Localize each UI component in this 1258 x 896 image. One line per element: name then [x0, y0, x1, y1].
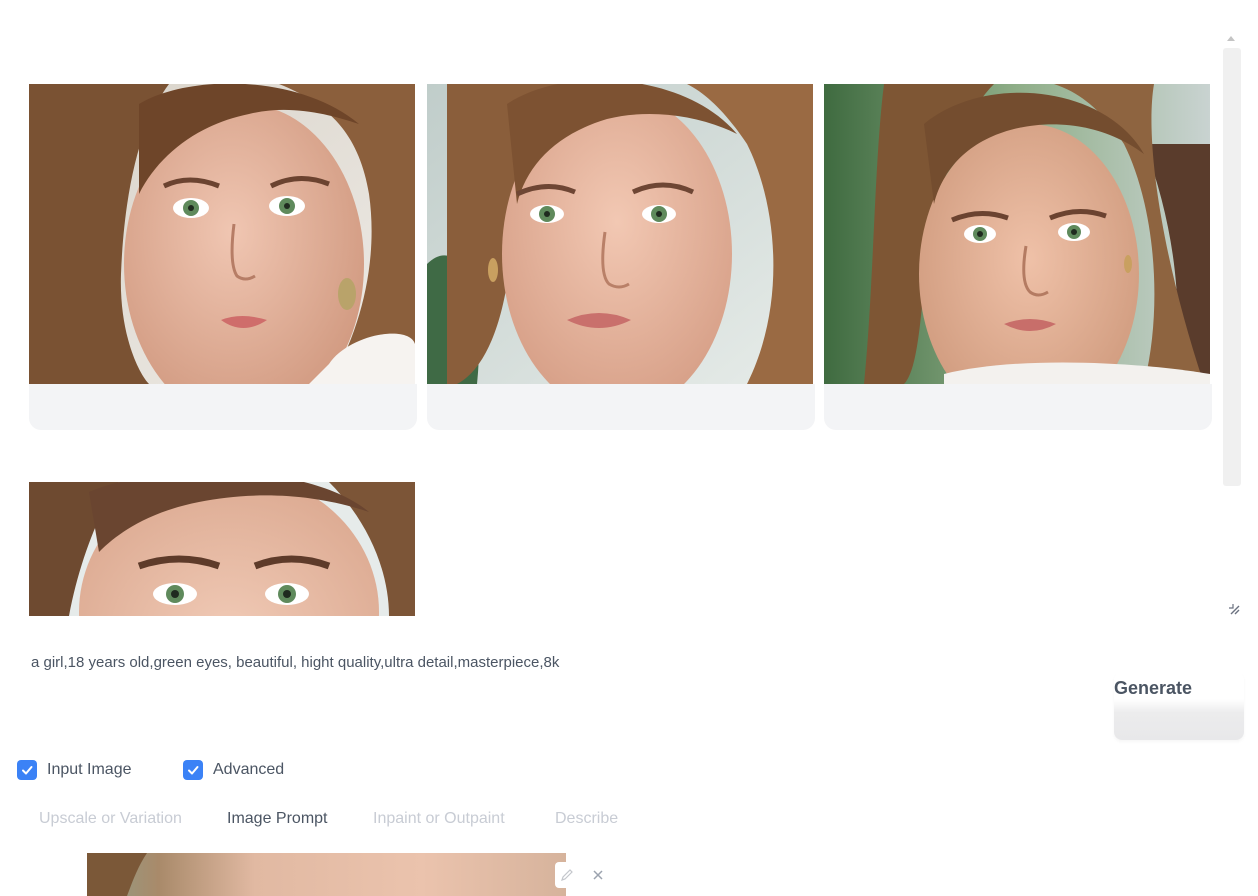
image-caption-bar	[824, 384, 1212, 430]
image-caption-bar	[427, 384, 815, 430]
gallery-card	[427, 84, 815, 430]
tab-image-prompt[interactable]: Image Prompt	[227, 810, 327, 828]
resize-handle-icon[interactable]	[1228, 602, 1240, 615]
generate-button[interactable]: Generate	[1114, 672, 1244, 740]
advanced-checkbox[interactable]	[183, 760, 203, 780]
check-icon	[188, 766, 199, 775]
image-caption-bar	[29, 384, 417, 430]
check-icon	[22, 766, 33, 775]
tab-describe[interactable]: Describe	[555, 810, 618, 828]
input-image-label: Input Image	[47, 761, 132, 778]
advanced-option[interactable]: Advanced	[183, 759, 284, 781]
gallery-card	[29, 84, 417, 430]
advanced-label: Advanced	[213, 761, 285, 778]
generated-image-4[interactable]	[29, 482, 415, 616]
generated-image-1[interactable]	[29, 84, 415, 384]
tab-upscale-or-variation[interactable]: Upscale or Variation	[39, 810, 182, 828]
gallery-scrollbar[interactable]	[1222, 36, 1242, 620]
edit-image-button[interactable]	[555, 862, 579, 888]
close-icon	[593, 870, 603, 880]
generated-image-3[interactable]	[824, 84, 1210, 384]
input-image-checkbox[interactable]	[17, 760, 37, 780]
pencil-icon	[561, 869, 573, 881]
generate-button-label: Generate	[1114, 678, 1193, 698]
scrollbar-thumb[interactable]	[1223, 48, 1241, 486]
gallery-card	[29, 482, 417, 616]
prompt-text: a girl,18 years old,green eyes, beautifu…	[31, 654, 560, 671]
prompt-textarea[interactable]: a girl,18 years old,green eyes, beautifu…	[20, 640, 1090, 730]
input-image-option[interactable]: Input Image	[17, 759, 132, 781]
tab-inpaint-or-outpaint[interactable]: Inpaint or Outpaint	[373, 810, 505, 828]
scroll-up-arrow-icon[interactable]	[1227, 36, 1235, 41]
generated-image-2[interactable]	[427, 84, 813, 384]
gallery-card	[824, 84, 1212, 430]
image-gallery	[0, 0, 1246, 620]
image-prompt-preview[interactable]	[87, 853, 566, 896]
clear-image-button[interactable]	[588, 862, 608, 888]
